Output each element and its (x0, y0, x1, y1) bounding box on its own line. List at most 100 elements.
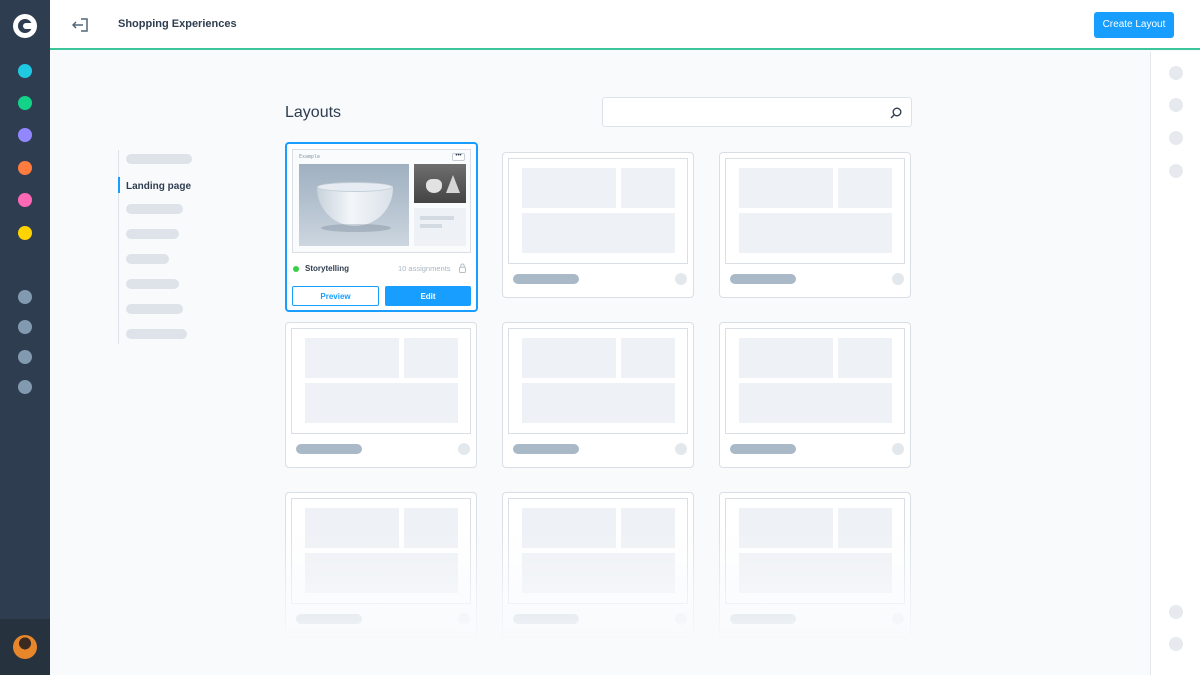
preview-block (739, 213, 892, 253)
preview-block (522, 338, 616, 378)
admin-sidebar (0, 0, 50, 675)
status-active-icon (293, 266, 299, 272)
sidebar-action-6-icon[interactable] (1169, 637, 1183, 651)
sidebar-action-3-icon[interactable] (1169, 131, 1183, 145)
tree-item-placeholder[interactable] (126, 329, 187, 339)
layout-name-placeholder (730, 444, 796, 454)
preview-block (739, 553, 892, 593)
layout-card[interactable] (502, 152, 694, 298)
module-title: Shopping Experiences (118, 18, 237, 30)
text-line (420, 216, 454, 220)
sidebar-action-2-icon[interactable] (1169, 98, 1183, 112)
tree-item-placeholder[interactable] (126, 204, 183, 214)
preview-block (522, 553, 675, 593)
layout-card[interactable] (502, 492, 694, 638)
layout-preview (291, 498, 471, 604)
tree-item-landing-page[interactable]: Landing page (126, 181, 191, 192)
user-avatar[interactable] (13, 635, 37, 659)
layout-card[interactable] (502, 322, 694, 468)
card-action-icon[interactable] (458, 443, 470, 455)
bowl-shape (317, 186, 393, 226)
tree-item-placeholder[interactable] (126, 279, 179, 289)
cone-shape (446, 175, 460, 193)
layout-card[interactable] (719, 322, 911, 468)
card-action-icon[interactable] (892, 613, 904, 625)
module-customers-icon[interactable] (18, 161, 32, 175)
tree-item-placeholder[interactable] (126, 229, 179, 239)
pot-shape (426, 179, 442, 193)
preview-block (739, 508, 833, 548)
layout-preview (725, 328, 905, 434)
preview-block (838, 508, 892, 548)
preview-block (739, 168, 833, 208)
edit-button[interactable]: Edit (385, 286, 471, 306)
shopware-logo-icon[interactable] (13, 14, 37, 38)
tree-item-placeholder[interactable] (126, 254, 169, 264)
layout-preview: Example ••• (292, 149, 471, 253)
layout-preview (725, 498, 905, 604)
search-icon[interactable] (890, 107, 902, 119)
page-title: Layouts (285, 104, 342, 121)
card-action-icon[interactable] (892, 443, 904, 455)
layout-card[interactable] (719, 152, 911, 298)
layout-card[interactable] (719, 492, 911, 638)
card-action-icon[interactable] (675, 273, 687, 285)
module-marketing-icon[interactable] (18, 226, 32, 240)
layout-name-placeholder (730, 274, 796, 284)
card-action-icon[interactable] (675, 613, 687, 625)
layout-preview (725, 158, 905, 264)
preview-block (305, 553, 458, 593)
bowl-rim (317, 182, 393, 192)
module-sales-channel-icon[interactable] (18, 350, 32, 364)
layout-name: Storytelling (305, 264, 350, 273)
module-storefront-icon[interactable] (18, 380, 32, 394)
preview-block (522, 213, 675, 253)
preview-block (621, 168, 675, 208)
layout-card-storytelling[interactable]: Example ••• Storytelling 10 assignments … (285, 142, 478, 312)
sidebar-action-4-icon[interactable] (1169, 164, 1183, 178)
layout-preview (291, 328, 471, 434)
preview-block (522, 383, 675, 423)
card-action-icon[interactable] (458, 613, 470, 625)
context-menu-icon[interactable]: ••• (452, 153, 465, 161)
preview-block (522, 508, 616, 548)
module-extensions-icon[interactable] (18, 290, 32, 304)
layout-preview (508, 498, 688, 604)
back-exit-icon[interactable] (72, 17, 90, 33)
layout-name-placeholder (513, 614, 579, 624)
create-layout-button[interactable]: Create Layout (1094, 12, 1174, 38)
preview-block (621, 508, 675, 548)
module-content-icon[interactable] (18, 193, 32, 207)
preview-block (621, 338, 675, 378)
module-catalogue-icon[interactable] (18, 96, 32, 110)
module-settings-icon[interactable] (18, 320, 32, 334)
card-action-icon[interactable] (675, 443, 687, 455)
tree-item-placeholder[interactable] (126, 304, 183, 314)
tree-item-placeholder[interactable] (126, 154, 192, 164)
layout-name-placeholder (513, 274, 579, 284)
text-placeholder-block (414, 208, 466, 246)
preview-block (838, 168, 892, 208)
sidebar-action-1-icon[interactable] (1169, 66, 1183, 80)
sidebar-action-5-icon[interactable] (1169, 605, 1183, 619)
bowl-shadow (321, 224, 391, 232)
layout-card[interactable] (285, 492, 477, 638)
search-input[interactable] (611, 103, 881, 121)
layout-name-placeholder (730, 614, 796, 624)
text-line (420, 224, 442, 228)
pottery-image (414, 164, 466, 203)
top-bar: Shopping Experiences Create Layout (50, 0, 1200, 50)
preview-button[interactable]: Preview (292, 286, 379, 306)
module-orders-icon[interactable] (18, 128, 32, 142)
card-action-icon[interactable] (892, 273, 904, 285)
search-bar (602, 97, 912, 127)
layout-name-placeholder (296, 614, 362, 624)
preview-block (739, 383, 892, 423)
right-sidebar (1150, 52, 1200, 675)
preview-block (404, 508, 458, 548)
layout-card[interactable] (285, 322, 477, 468)
layout-preview (508, 328, 688, 434)
preview-block (404, 338, 458, 378)
module-dashboard-icon[interactable] (18, 64, 32, 78)
bowl-image (299, 164, 409, 246)
